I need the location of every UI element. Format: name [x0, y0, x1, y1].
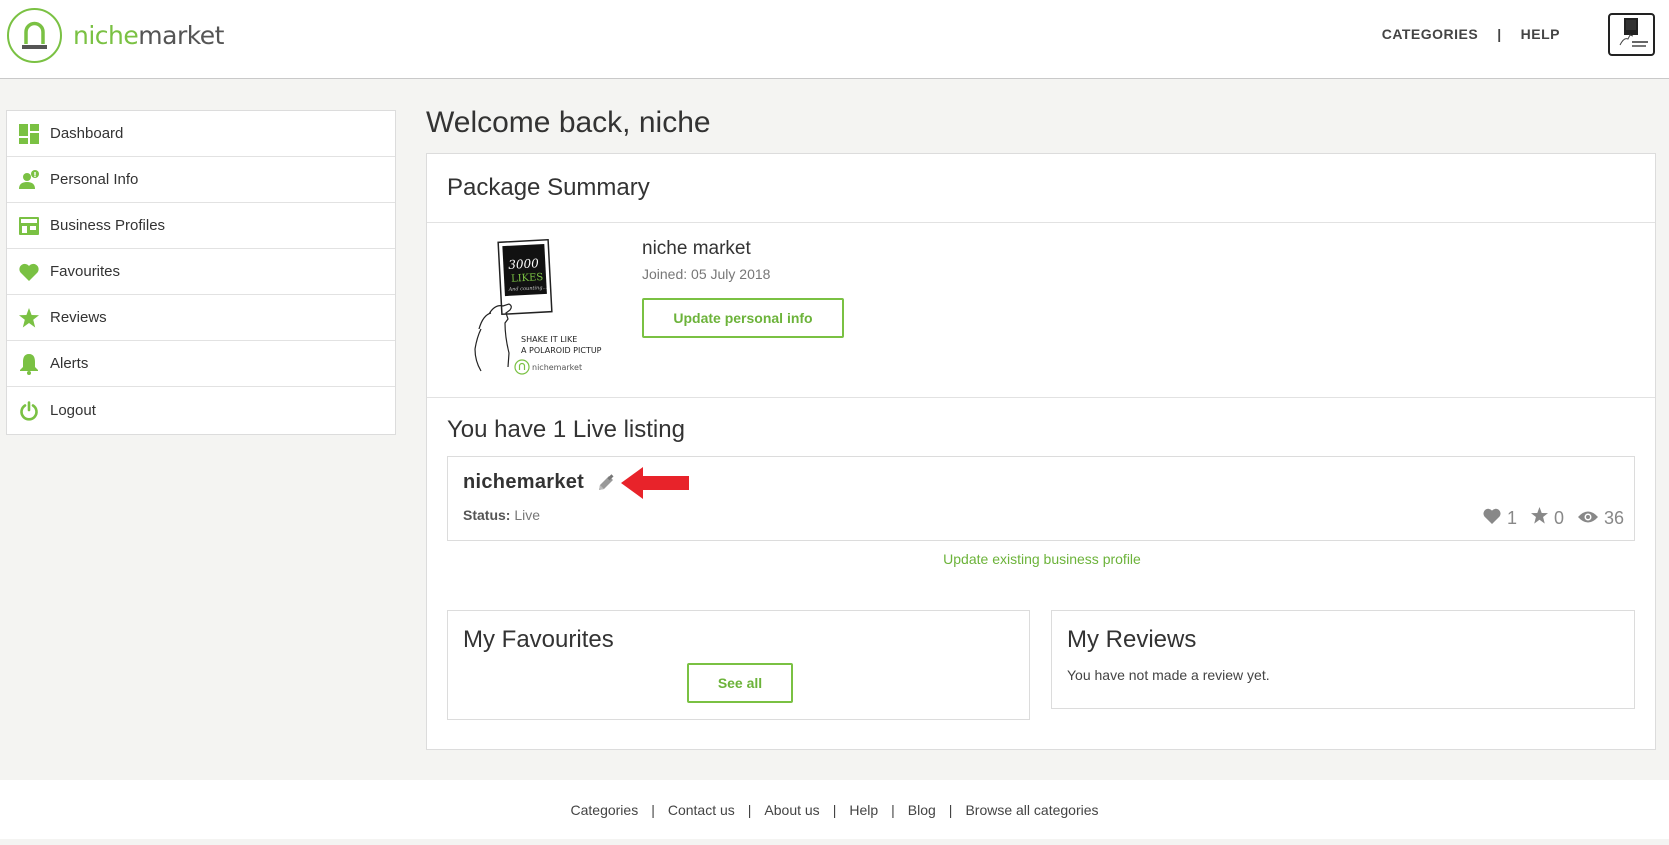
my-favourites-card: My Favourites See all: [447, 610, 1030, 720]
power-icon: [19, 400, 39, 421]
account-name: niche market: [642, 238, 751, 259]
edit-pencil-icon[interactable]: [596, 473, 616, 493]
site-logo[interactable]: nichemarket: [7, 8, 224, 63]
nav-separator: |: [1497, 26, 1502, 42]
page-title: Welcome back, niche: [426, 106, 711, 139]
eye-icon: [1577, 508, 1598, 529]
sidebar-item-personal-info[interactable]: Personal Info: [7, 157, 395, 203]
nav-categories-link[interactable]: CATEGORIES: [1382, 26, 1479, 42]
no-reviews-text: You have not made a review yet.: [1067, 667, 1270, 683]
footer-separator: |: [747, 801, 752, 818]
live-listings-title: You have 1 Live listing: [447, 416, 685, 443]
page-bottom-strip: [0, 839, 1669, 845]
logo-wordmark: nichemarket: [73, 21, 224, 50]
sidebar-item-label: Personal Info: [50, 171, 139, 188]
footer-link-about[interactable]: About us: [764, 802, 819, 818]
star-icon: [1530, 507, 1548, 529]
user-info-icon: [19, 169, 39, 190]
image-text-likes-count: 3000: [508, 256, 540, 272]
heart-icon: [1483, 508, 1501, 529]
footer-separator: |: [651, 801, 655, 818]
store-icon: [19, 216, 39, 236]
sidebar-item-label: Dashboard: [50, 125, 124, 142]
nav-help-link[interactable]: HELP: [1521, 26, 1560, 42]
update-business-profile-link[interactable]: Update existing business profile: [427, 551, 1657, 567]
sidebar: Dashboard Personal Info Business Profile…: [6, 110, 396, 435]
footer-link-categories[interactable]: Categories: [571, 802, 639, 818]
see-all-button[interactable]: See all: [687, 663, 793, 703]
dashboard-panel: Package Summary 3000 LIKES And counting.…: [426, 153, 1656, 750]
listing-name[interactable]: nichemarket: [463, 471, 584, 494]
dashboard-icon: [19, 123, 39, 144]
my-reviews-card: My Reviews You have not made a review ye…: [1051, 610, 1635, 709]
footer-separator: |: [948, 801, 953, 818]
star-icon: [19, 307, 39, 328]
profile-image: 3000 LIKES And counting... SHAKE IT LIKE…: [469, 238, 614, 386]
listing-status: Status: Live: [463, 507, 541, 523]
my-favourites-title: My Favourites: [463, 626, 614, 653]
image-brand-text: nichemarket: [532, 363, 582, 372]
package-summary: 3000 LIKES And counting... SHAKE IT LIKE…: [427, 223, 1655, 398]
views-count: 36: [1603, 507, 1624, 528]
image-caption-line1: SHAKE IT LIKE: [521, 335, 577, 344]
bell-icon: [19, 353, 39, 375]
site-header: nichemarket CATEGORIES | HELP: [0, 0, 1669, 79]
footer-link-help[interactable]: Help: [849, 802, 878, 818]
favourites-count: 1: [1506, 507, 1517, 528]
sidebar-item-label: Logout: [50, 402, 96, 419]
sidebar-item-label: Favourites: [50, 263, 121, 280]
package-summary-title: Package Summary: [427, 154, 1655, 223]
sidebar-item-favourites[interactable]: Favourites: [7, 249, 395, 295]
sidebar-item-dashboard[interactable]: Dashboard: [7, 111, 395, 157]
reviews-count: 0: [1553, 507, 1564, 528]
logo-mark-icon: [7, 8, 62, 63]
red-arrow-icon: [621, 465, 689, 501]
update-personal-info-button[interactable]: Update personal info: [642, 298, 844, 338]
sidebar-item-label: Business Profiles: [50, 217, 166, 234]
image-text-likes-word: LIKES: [511, 272, 544, 285]
listing-stats: 1 0 36: [1483, 507, 1624, 529]
sidebar-item-alerts[interactable]: Alerts: [7, 341, 395, 387]
sidebar-item-business-profiles[interactable]: Business Profiles: [7, 203, 395, 249]
avatar[interactable]: [1608, 13, 1655, 56]
joined-date: Joined: 05 July 2018: [642, 266, 771, 282]
image-caption-line2: A POLAROID PICTUP: [521, 346, 602, 355]
footer-link-contact[interactable]: Contact us: [668, 802, 735, 818]
top-nav: CATEGORIES | HELP: [1382, 26, 1560, 42]
footer-link-blog[interactable]: Blog: [908, 802, 936, 818]
footer-link-browse-categories[interactable]: Browse all categories: [965, 802, 1098, 818]
sidebar-item-label: Reviews: [50, 309, 107, 326]
heart-icon: [19, 262, 39, 282]
listing-card: nichemarket Status: Live 1 0 36: [447, 456, 1635, 541]
sidebar-item-reviews[interactable]: Reviews: [7, 295, 395, 341]
sidebar-item-label: Alerts: [50, 355, 89, 372]
footer-separator: |: [891, 801, 895, 818]
site-footer: Categories | Contact us | About us | Hel…: [0, 780, 1669, 839]
footer-separator: |: [832, 801, 837, 818]
sidebar-item-logout[interactable]: Logout: [7, 387, 395, 434]
my-reviews-title: My Reviews: [1067, 626, 1197, 653]
